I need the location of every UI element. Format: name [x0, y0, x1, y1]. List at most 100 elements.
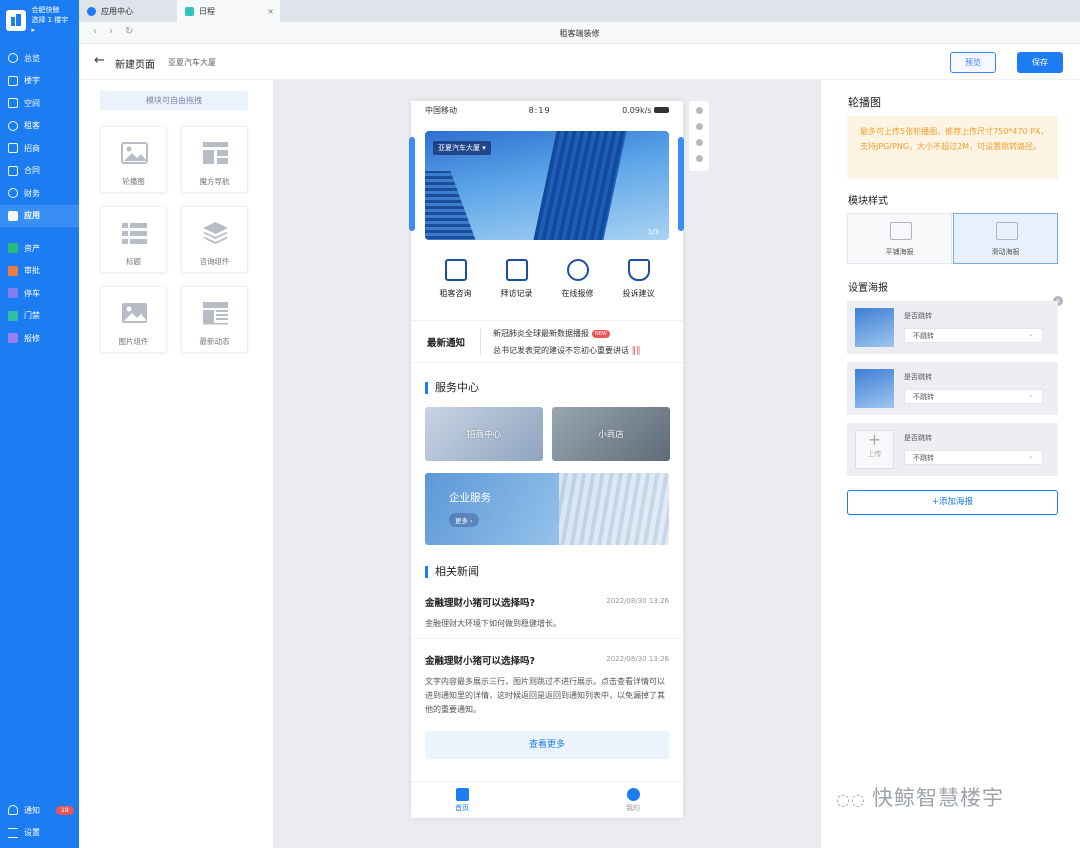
sidebar-item-buildings[interactable]: 楼宇 — [0, 70, 79, 93]
news-heading: 相关新闻 — [425, 566, 479, 578]
coin-icon — [8, 188, 18, 199]
sidebar-item-parking[interactable]: 停车 — [0, 282, 79, 305]
style-label: 平铺海报 — [885, 248, 914, 256]
sidebar-item-overview[interactable]: 总览 — [0, 47, 79, 70]
sidebar-item-contracts[interactable]: 合同 — [0, 160, 79, 183]
news-item[interactable]: 金融理财小猪可以选择吗? 2022/08/30 13:26 金融理财大环境下如何… — [425, 595, 669, 631]
news-body: 金融理财大环境下如何做到稳健增长。 — [425, 619, 561, 628]
image-icon — [121, 142, 148, 164]
banner-carousel[interactable]: 亚夏汽车大厦 ▾ 1/3 — [425, 131, 669, 240]
quick-nav-complaint[interactable]: 投诉建议 — [610, 259, 668, 299]
net-speed: 0.09k/s — [622, 105, 652, 115]
sidebar-item-approval[interactable]: 审批 — [0, 260, 79, 283]
sidebar-item-label: 总览 — [24, 53, 40, 63]
org-switcher[interactable]: 合肥快鲸 选择 1 楼宇 ▸ — [0, 0, 79, 40]
module-news[interactable]: 最新动态 — [181, 286, 248, 353]
quick-nav-label: 投诉建议 — [622, 289, 655, 298]
news-date: 2022/08/30 13:26 — [606, 597, 669, 605]
copy-icon[interactable] — [695, 139, 703, 146]
style-slide-poster[interactable]: 滑动海报 — [953, 213, 1058, 264]
enterprise-service-card[interactable]: 企业服务 更多 › — [425, 473, 669, 545]
service-card-shop[interactable]: 小商店 — [552, 407, 670, 461]
poster-thumbnail[interactable] — [855, 369, 894, 408]
tab-mine[interactable]: 我的 — [613, 788, 653, 813]
style-tile-poster[interactable]: 平铺海报 — [847, 213, 952, 264]
service-card-label: 小商店 — [598, 430, 624, 440]
layers-icon — [203, 222, 228, 244]
sidebar-item-settings[interactable]: 设置 — [0, 822, 79, 845]
sidebar-item-label: 合同 — [24, 166, 40, 176]
poster-thumbnail[interactable] — [855, 308, 894, 347]
jump-select[interactable]: 不跳转 ⌄ — [904, 450, 1043, 465]
banner-left-handle — [409, 137, 415, 231]
sidebar-item-label: 设置 — [24, 828, 40, 838]
module-magic-nav[interactable]: 魔方导航 — [181, 126, 248, 193]
sidebar-item-access[interactable]: 门禁 — [0, 305, 79, 328]
enterprise-more-button[interactable]: 更多 › — [449, 513, 479, 527]
location-selector[interactable]: 亚夏汽车大厦 ▾ — [433, 141, 491, 155]
sidebar-item-tenants[interactable]: 租客 — [0, 115, 79, 138]
news-date: 2022/08/30 13:26 — [606, 655, 669, 663]
quick-nav: 租客咨询 拜访记录 在线报修 投诉建议 — [425, 259, 669, 299]
move-up-icon[interactable] — [695, 107, 703, 114]
news-item[interactable]: 金融理财小猪可以选择吗? 2022/08/30 13:26 文字内容最多展示三行… — [425, 653, 669, 717]
repair-icon — [8, 333, 18, 344]
images-icon — [996, 222, 1018, 240]
preview-canvas: 中国移动 8:19 0.09k/s 亚夏汽车大厦 ▾ 1/3 租客咨询 拜访记录… — [273, 80, 821, 848]
jump-select-value: 不跳转 — [913, 393, 934, 401]
building-logo-icon — [6, 9, 27, 31]
calendar-icon — [185, 6, 194, 16]
jump-select[interactable]: 不跳转 ⌄ — [904, 328, 1043, 343]
grid-layout-icon — [203, 142, 228, 164]
delete-icon[interactable] — [695, 155, 703, 162]
sidebar-item-repair[interactable]: 报修 — [0, 327, 79, 350]
module-image[interactable]: 图片组件 — [100, 286, 167, 353]
module-carousel[interactable]: 轮播图 — [100, 126, 167, 193]
org-building-select[interactable]: 选择 1 楼宇 — [31, 16, 68, 24]
poster-row: 是否跳转 不跳转 ⌄ — [847, 362, 1058, 415]
style-label: 滑动海报 — [991, 248, 1020, 256]
tab-app-center[interactable]: 应用中心 — [79, 0, 177, 22]
close-tab-icon[interactable]: × — [267, 7, 274, 16]
browser-tabbar: 应用中心 日程 × — [79, 0, 1080, 22]
move-down-icon[interactable] — [695, 123, 703, 130]
list-icon — [122, 223, 147, 244]
parking-icon — [8, 288, 18, 299]
service-card-leasing[interactable]: 招商中心 — [425, 407, 543, 461]
sidebar-item-notifications[interactable]: 通知 18 — [0, 799, 79, 822]
back-arrow-icon[interactable]: ← — [94, 53, 105, 68]
address-bar: ‹›↻ 租客端装修 — [79, 22, 1080, 44]
preview-button[interactable]: 预览 — [950, 52, 996, 73]
tab-home[interactable]: 首页 — [442, 788, 482, 813]
quick-nav-online-repair[interactable]: 在线报修 — [549, 259, 607, 299]
sidebar-item-assets[interactable]: 资产 — [0, 237, 79, 260]
notification-badge: 18 — [56, 805, 74, 815]
quick-nav-visit-record[interactable]: 拜访记录 — [488, 259, 546, 299]
tab-schedule[interactable]: 日程 × — [177, 0, 280, 22]
upload-button[interactable]: + 上传 — [855, 430, 894, 469]
page-title: 新建页面 — [115, 60, 155, 71]
new-badge: NEW — [592, 329, 610, 338]
sidebar-item-finance[interactable]: 财务 — [0, 182, 79, 205]
plus-icon: + — [867, 430, 882, 449]
module-title[interactable]: 标题 — [100, 206, 167, 273]
door-icon — [8, 310, 18, 321]
image-icon — [890, 222, 912, 240]
save-button[interactable]: 保存 — [1017, 52, 1063, 73]
menu-icon — [8, 827, 18, 838]
phone-tabbar: 首页 我的 — [411, 781, 683, 818]
view-more-button[interactable]: 查看更多 — [425, 731, 669, 759]
wechat-icon: ◌◌ — [836, 790, 873, 809]
briefcase-icon — [8, 143, 18, 154]
sidebar-item-space[interactable]: 空间 — [0, 92, 79, 115]
module-consult[interactable]: 咨询组件 — [181, 206, 248, 273]
sidebar-item-leasing[interactable]: 招商 — [0, 137, 79, 160]
page-header: ← 新建页面 亚夏汽车大厦 预览 保存 — [79, 44, 1080, 80]
building-icon — [8, 75, 18, 86]
style-heading: 模块样式 — [848, 196, 888, 207]
jump-select[interactable]: 不跳转 ⌄ — [904, 389, 1043, 404]
sidebar-item-apps[interactable]: 应用 — [0, 204, 79, 227]
quick-nav-tenant-consult[interactable]: 租客咨询 — [427, 259, 485, 299]
add-poster-button[interactable]: +添加海报 — [847, 490, 1058, 515]
notice-bar[interactable]: 最新通知 新冠肺炎全球最新数据播报 NEW 总书记发表党的建设不忘初心重要讲话 ∥… — [411, 320, 683, 363]
